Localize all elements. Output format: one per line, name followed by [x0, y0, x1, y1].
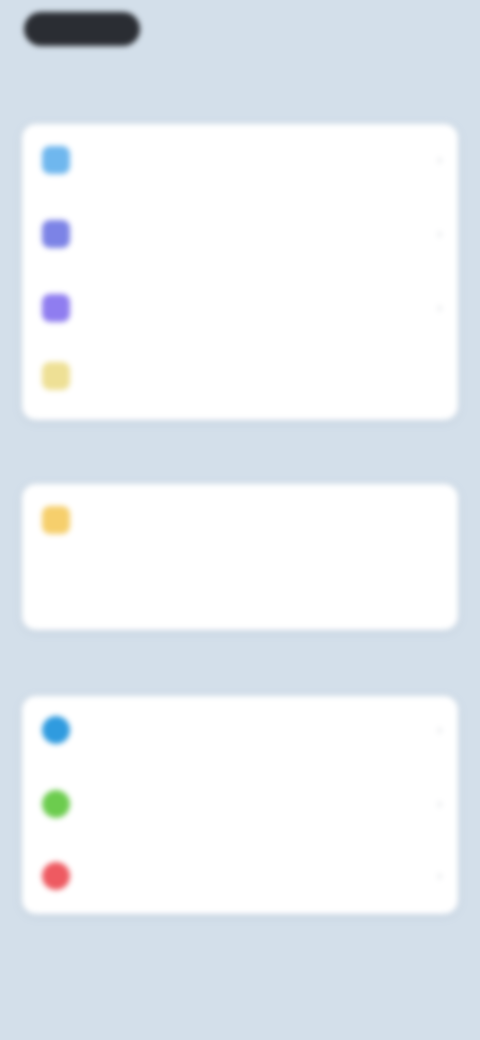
chevron-right-icon: ›: [437, 151, 442, 167]
settings-row-eco[interactable]: ›: [22, 784, 458, 824]
settings-row-network[interactable]: ›: [22, 710, 458, 750]
top-pill-button[interactable]: [24, 12, 140, 46]
settings-row-health[interactable]: ›: [22, 856, 458, 896]
chevron-right-icon: ›: [437, 867, 442, 883]
settings-row-wifi[interactable]: ›: [22, 140, 458, 180]
globe-icon: [42, 716, 70, 744]
heart-icon: [42, 862, 70, 890]
chevron-right-icon: ›: [437, 721, 442, 737]
settings-row-bluetooth[interactable]: ›: [22, 214, 458, 254]
sun-icon: [42, 506, 70, 534]
settings-card-3: › › ›: [22, 696, 458, 914]
settings-row-battery[interactable]: [22, 356, 458, 396]
bluetooth-icon: [42, 220, 70, 248]
wifi-icon: [42, 146, 70, 174]
chevron-right-icon: ›: [437, 299, 442, 315]
settings-row-display[interactable]: ›: [22, 288, 458, 328]
display-icon: [42, 294, 70, 322]
chevron-right-icon: ›: [437, 795, 442, 811]
battery-icon: [42, 362, 70, 390]
settings-card-1: › › ›: [22, 124, 458, 420]
chevron-right-icon: ›: [437, 225, 442, 241]
settings-row-brightness[interactable]: [22, 500, 458, 540]
leaf-icon: [42, 790, 70, 818]
settings-card-2: [22, 484, 458, 630]
